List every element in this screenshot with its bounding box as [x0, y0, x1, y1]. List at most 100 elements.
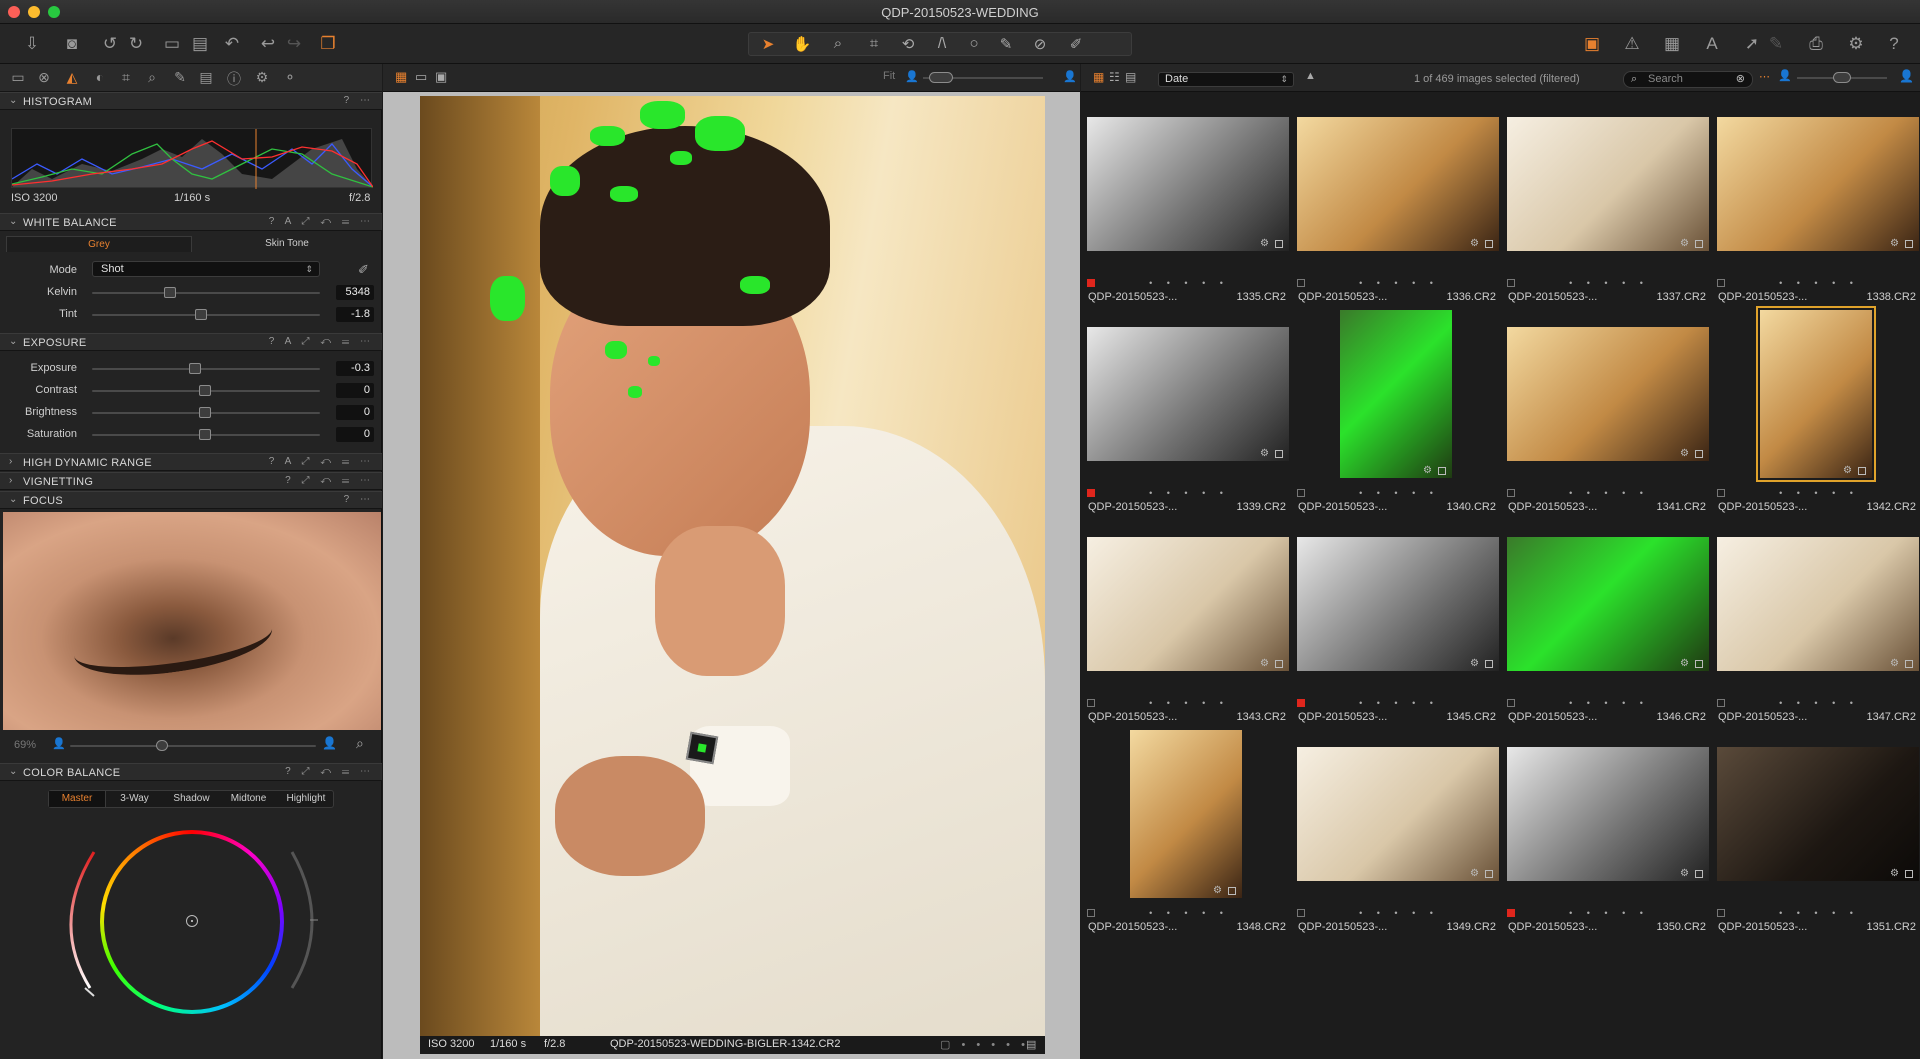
thumbnail-cell[interactable]: ⚙ • • • • • QDP-20150523-... 1341.CR2 — [1504, 305, 1714, 515]
histogram-header[interactable]: ⌄ HISTOGRAM ? ⋯ — [0, 92, 382, 110]
contrast-value[interactable]: 0 — [336, 383, 374, 398]
thumbnail-image[interactable]: ⚙ — [1717, 747, 1919, 881]
thumbnail-image[interactable]: ⚙ — [1507, 537, 1709, 671]
focus-zoom-handle[interactable] — [156, 740, 168, 751]
section-actions[interactable]: ? ⤢ ↶ ☰ ⋯ — [285, 475, 374, 486]
star-rating[interactable]: • • • • • — [1294, 908, 1504, 920]
lens-tab-icon[interactable]: ⌗ — [116, 69, 136, 86]
thumbnail-gear-icon[interactable]: ⚙ — [1680, 658, 1689, 669]
star-rating[interactable]: • • • • • — [1084, 908, 1294, 920]
sort-select[interactable]: Date ⇕ — [1158, 72, 1294, 87]
exposure-header[interactable]: ⌄ EXPOSURE ? A ⤢ ↶ ☰ ⋯ — [0, 333, 382, 351]
saturation-slider-handle[interactable] — [199, 429, 211, 440]
sort-direction-icon[interactable]: ▲ — [1305, 70, 1316, 82]
exposure-slider-track[interactable] — [92, 368, 320, 370]
exposure-value[interactable]: -0.3 — [336, 361, 374, 376]
star-rating[interactable]: • • • • • — [1294, 278, 1504, 290]
star-rating[interactable]: • • • • • — [1504, 908, 1714, 920]
rotate-right-icon[interactable]: ↻ — [124, 32, 148, 56]
library-tab-icon[interactable]: ▭ — [8, 69, 28, 86]
thumbnail-gear-icon[interactable]: ⚙ — [1890, 868, 1899, 879]
color-tab-icon[interactable]: ◭ — [62, 69, 82, 86]
brush-icon[interactable]: ✎ — [993, 35, 1019, 53]
thumbnail-image[interactable]: ⚙ — [1507, 117, 1709, 251]
mode-select[interactable]: Shot ⇕ — [92, 261, 320, 277]
saturation-arc-handle[interactable] — [84, 987, 95, 997]
thumbnail-cell[interactable]: ⚙ • • • • • QDP-20150523-... 1342.CR2 — [1714, 305, 1920, 515]
capture-tab-icon[interactable]: ⊗ — [34, 69, 54, 86]
process-arrow-icon[interactable]: ➚ — [1740, 32, 1764, 56]
thumbnail-image[interactable]: ⚙ — [1717, 537, 1919, 671]
move-to-folder-icon[interactable]: ▭ — [160, 32, 184, 56]
thumbnail-cell[interactable]: ⚙ • • • • • QDP-20150523-... 1351.CR2 — [1714, 725, 1920, 935]
thumbnail-image[interactable]: ⚙ — [1297, 537, 1499, 671]
tint-value[interactable]: -1.8 — [336, 307, 374, 322]
tab-master[interactable]: Master — [49, 791, 106, 807]
rotate-cursor-icon[interactable]: ⟲ — [895, 35, 921, 53]
thumbnail-gear-icon[interactable]: ⚙ — [1470, 238, 1479, 249]
grid-view-icon[interactable]: ▦ — [1093, 70, 1104, 84]
star-rating[interactable]: • • • • • — [1084, 698, 1294, 710]
viewer-info-icon[interactable]: ▤ — [1026, 1038, 1036, 1051]
text-annotation-icon[interactable]: A — [1700, 32, 1724, 56]
focus-zoom-slider[interactable] — [70, 745, 316, 747]
hdr-header[interactable]: › HIGH DYNAMIC RANGE ? A ⤢ ↶ ☰ ⋯ — [0, 453, 382, 471]
filmstrip-view-icon[interactable]: ▤ — [1125, 70, 1136, 84]
thumbnail-gear-icon[interactable]: ⚙ — [1890, 238, 1899, 249]
tab-skin-tone[interactable]: Skin Tone — [194, 236, 380, 252]
kelvin-value[interactable]: 5348 — [336, 285, 374, 300]
thumbnail-gear-icon[interactable]: ⚙ — [1680, 238, 1689, 249]
tint-slider-handle[interactable] — [195, 309, 207, 320]
copy-adjustments-icon[interactable]: ❐ — [316, 32, 340, 56]
viewer-zoom-handle[interactable] — [929, 72, 953, 83]
tab-highlight[interactable]: Highlight — [277, 791, 335, 807]
thumbnail-gear-icon[interactable]: ⚙ — [1890, 658, 1899, 669]
help-icon[interactable]: ? — [1882, 32, 1906, 56]
spot-removal-icon[interactable]: ○ — [961, 35, 987, 52]
star-rating[interactable]: • • • • • — [1714, 488, 1920, 500]
camera-icon[interactable]: ◙ — [60, 32, 84, 56]
brightness-value[interactable]: 0 — [336, 405, 374, 420]
thumbnail-image[interactable]: ⚙ — [1297, 747, 1499, 881]
thumbnail-image[interactable]: ⚙ — [1087, 117, 1289, 251]
thumbnail-cell[interactable]: ⚙ • • • • • QDP-20150523-... 1347.CR2 — [1714, 515, 1920, 725]
single-view-icon[interactable]: ▭ — [415, 69, 427, 85]
thumbnail-gear-icon[interactable]: ⚙ — [1470, 868, 1479, 879]
tab-shadow[interactable]: Shadow — [163, 791, 220, 807]
trash-icon[interactable]: ▤ — [188, 32, 212, 56]
thumbnail-cell[interactable]: ⚙ • • • • • QDP-20150523-... 1336.CR2 — [1294, 95, 1504, 305]
section-actions[interactable]: ? A ⤢ ↶ ☰ ⋯ — [269, 456, 374, 467]
thumbnail-gear-icon[interactable]: ⚙ — [1680, 448, 1689, 459]
thumbnail-image[interactable]: ⚙ — [1717, 117, 1919, 251]
zoom-cursor-icon[interactable]: ⌕ — [825, 35, 851, 52]
section-actions[interactable]: ? A ⤢ ↶ ☰ ⋯ — [269, 216, 374, 227]
pan-cursor-icon[interactable]: ✋ — [789, 35, 815, 53]
color-wheel-center-handle[interactable] — [186, 915, 198, 927]
thumbnail-gear-icon[interactable]: ⚙ — [1260, 658, 1269, 669]
color-picker-icon[interactable]: ⊘ — [1027, 35, 1053, 53]
metadata-tab-icon[interactable]: ⓘ — [224, 69, 244, 89]
kelvin-slider-handle[interactable] — [164, 287, 176, 298]
thumbnail-size-handle[interactable] — [1833, 72, 1851, 83]
thumbnail-cell[interactable]: ⚙ • • • • • QDP-20150523-... 1335.CR2 — [1084, 95, 1294, 305]
batch-tab-icon[interactable]: ⚬ — [280, 69, 300, 86]
star-rating[interactable]: • • • • • — [1504, 278, 1714, 290]
thumbnail-image[interactable]: ⚙ — [1340, 310, 1452, 478]
saturation-arc[interactable] — [69, 851, 96, 989]
white-balance-header[interactable]: ⌄ WHITE BALANCE ? A ⤢ ↶ ☰ ⋯ — [0, 213, 382, 231]
star-rating[interactable]: • • • • • — [1504, 488, 1714, 500]
details-tab-icon[interactable]: ⌕ — [142, 69, 162, 86]
clear-search-icon[interactable]: ⊗ — [1736, 72, 1745, 87]
thumbnail-cell[interactable]: ⚙ • • • • • QDP-20150523-... 1345.CR2 — [1294, 515, 1504, 725]
list-view-icon[interactable]: ☷ — [1109, 70, 1120, 84]
rotate-left-icon[interactable]: ↺ — [98, 32, 122, 56]
thumbnail-cell[interactable]: ⚙ • • • • • QDP-20150523-... 1348.CR2 — [1084, 725, 1294, 935]
thumbnail-gear-icon[interactable]: ⚙ — [1680, 868, 1689, 879]
thumbnail-cell[interactable]: ⚙ • • • • • QDP-20150523-... 1343.CR2 — [1084, 515, 1294, 725]
settings-gear-icon[interactable]: ⚙ — [1844, 32, 1868, 56]
section-actions[interactable]: ? ⋯ — [344, 494, 374, 505]
exposure-warning-view-icon[interactable]: ▣ — [1580, 32, 1604, 56]
thumbnail-image[interactable]: ⚙ — [1087, 327, 1289, 461]
lightness-arc[interactable] — [290, 851, 314, 989]
search-options-icon[interactable]: ⋯ — [1759, 70, 1770, 83]
